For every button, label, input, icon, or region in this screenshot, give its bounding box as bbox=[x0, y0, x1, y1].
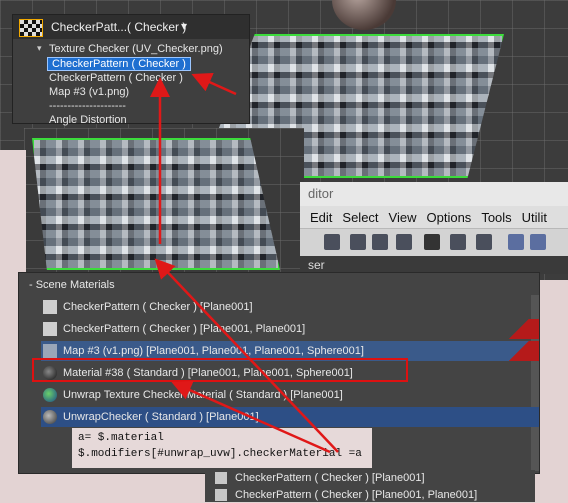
arrow-from-code bbox=[154, 258, 339, 453]
arrow-to-selected-item bbox=[191, 73, 237, 96]
annotation-arrows bbox=[150, 73, 339, 454]
